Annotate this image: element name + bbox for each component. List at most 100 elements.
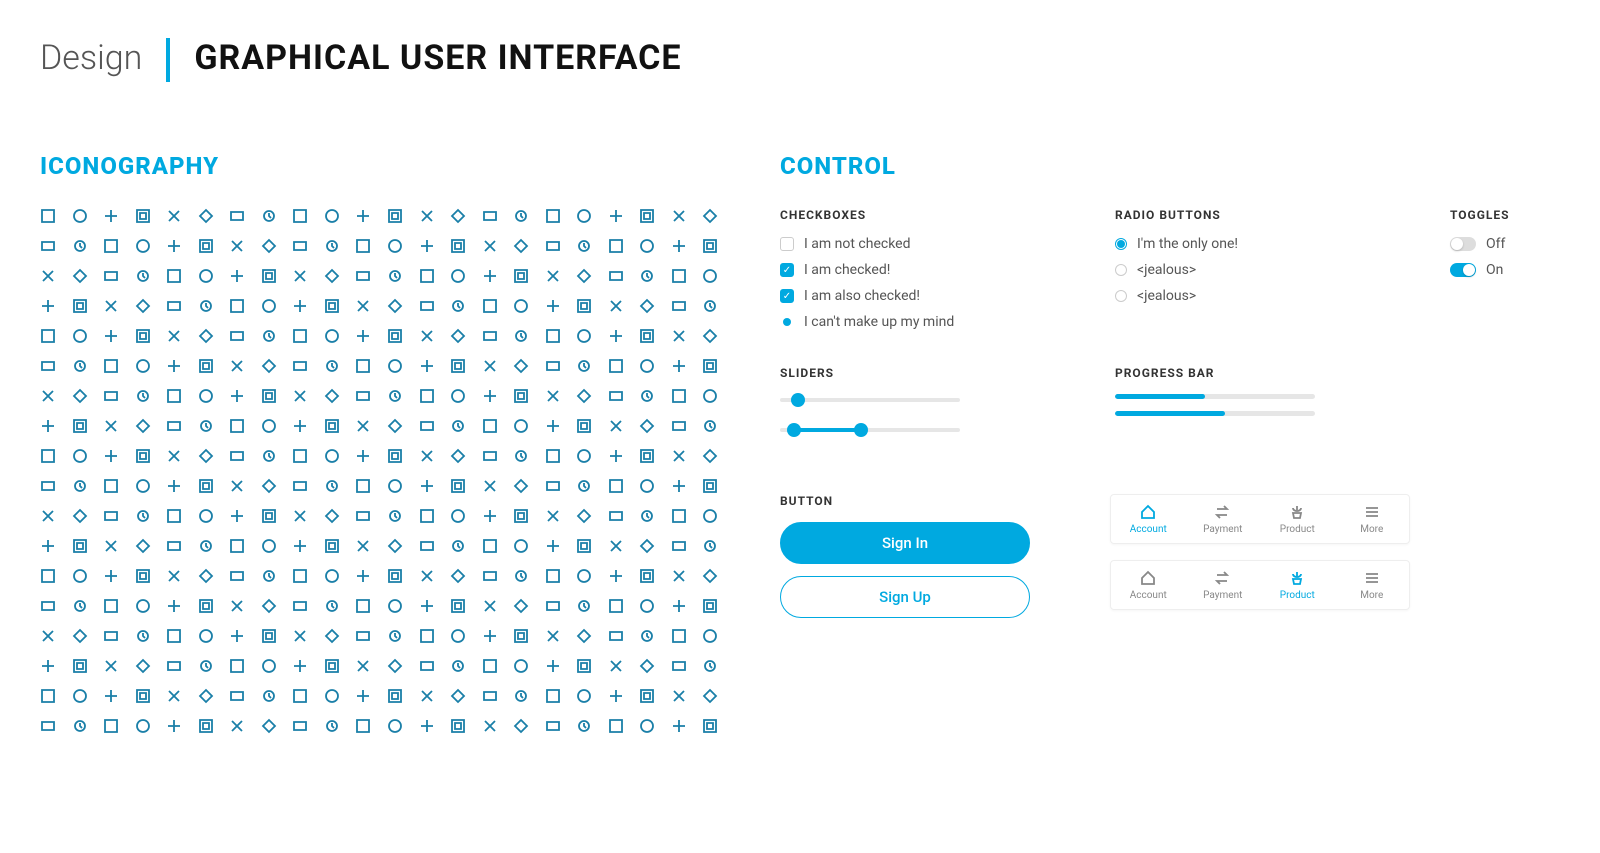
library-icon[interactable] [103, 658, 119, 674]
library-icon[interactable] [608, 448, 624, 464]
library-icon[interactable] [261, 508, 277, 524]
library-icon[interactable] [355, 688, 371, 704]
library-icon[interactable] [261, 268, 277, 284]
tab-product[interactable]: Product [1260, 561, 1335, 609]
library-icon[interactable] [545, 208, 561, 224]
library-icon[interactable] [545, 658, 561, 674]
radio-item[interactable]: <jealous> [1115, 262, 1410, 278]
library-icon[interactable] [608, 238, 624, 254]
library-icon[interactable] [229, 538, 245, 554]
library-icon[interactable] [576, 718, 592, 734]
checkbox-item[interactable]: ✓I am also checked! [780, 288, 1075, 304]
library-icon[interactable] [608, 628, 624, 644]
library-icon[interactable] [103, 208, 119, 224]
library-icon[interactable] [482, 718, 498, 734]
library-icon[interactable] [40, 358, 56, 374]
library-icon[interactable] [671, 298, 687, 314]
library-icon[interactable] [166, 478, 182, 494]
slider[interactable] [780, 428, 960, 432]
library-icon[interactable] [261, 628, 277, 644]
library-icon[interactable] [261, 478, 277, 494]
library-icon[interactable] [166, 268, 182, 284]
library-icon[interactable] [261, 328, 277, 344]
library-icon[interactable] [72, 688, 88, 704]
slider-thumb-high[interactable] [854, 423, 868, 437]
library-icon[interactable] [639, 598, 655, 614]
library-icon[interactable] [576, 568, 592, 584]
library-icon[interactable] [135, 658, 151, 674]
library-icon[interactable] [72, 418, 88, 434]
library-icon[interactable] [324, 628, 340, 644]
library-icon[interactable] [198, 628, 214, 644]
library-icon[interactable] [639, 538, 655, 554]
library-icon[interactable] [198, 268, 214, 284]
library-icon[interactable] [419, 358, 435, 374]
library-icon[interactable] [292, 508, 308, 524]
library-icon[interactable] [355, 238, 371, 254]
library-icon[interactable] [355, 508, 371, 524]
checkbox-icon[interactable] [780, 315, 794, 329]
library-icon[interactable] [135, 448, 151, 464]
library-icon[interactable] [545, 598, 561, 614]
library-icon[interactable] [261, 538, 277, 554]
library-icon[interactable] [450, 418, 466, 434]
library-icon[interactable] [103, 568, 119, 584]
library-icon[interactable] [198, 238, 214, 254]
library-icon[interactable] [450, 718, 466, 734]
library-icon[interactable] [355, 658, 371, 674]
library-icon[interactable] [513, 268, 529, 284]
library-icon[interactable] [103, 328, 119, 344]
library-icon[interactable] [608, 328, 624, 344]
library-icon[interactable] [261, 718, 277, 734]
library-icon[interactable] [387, 358, 403, 374]
library-icon[interactable] [292, 598, 308, 614]
library-icon[interactable] [198, 358, 214, 374]
library-icon[interactable] [166, 208, 182, 224]
library-icon[interactable] [671, 418, 687, 434]
library-icon[interactable] [292, 388, 308, 404]
radio-icon[interactable] [1115, 264, 1127, 276]
library-icon[interactable] [513, 628, 529, 644]
library-icon[interactable] [387, 628, 403, 644]
library-icon[interactable] [387, 658, 403, 674]
library-icon[interactable] [419, 568, 435, 584]
library-icon[interactable] [608, 598, 624, 614]
library-icon[interactable] [702, 628, 718, 644]
library-icon[interactable] [40, 598, 56, 614]
library-icon[interactable] [671, 628, 687, 644]
library-icon[interactable] [576, 208, 592, 224]
library-icon[interactable] [545, 418, 561, 434]
library-icon[interactable] [450, 568, 466, 584]
tab-product[interactable]: Product [1260, 495, 1335, 543]
library-icon[interactable] [72, 508, 88, 524]
library-icon[interactable] [324, 298, 340, 314]
library-icon[interactable] [72, 718, 88, 734]
library-icon[interactable] [482, 508, 498, 524]
library-icon[interactable] [166, 328, 182, 344]
library-icon[interactable] [324, 508, 340, 524]
library-icon[interactable] [387, 298, 403, 314]
library-icon[interactable] [292, 328, 308, 344]
toggle-item[interactable]: On [1450, 262, 1560, 278]
library-icon[interactable] [355, 538, 371, 554]
library-icon[interactable] [702, 358, 718, 374]
library-icon[interactable] [639, 568, 655, 584]
library-icon[interactable] [103, 508, 119, 524]
library-icon[interactable] [324, 418, 340, 434]
library-icon[interactable] [639, 388, 655, 404]
library-icon[interactable] [419, 718, 435, 734]
library-icon[interactable] [103, 298, 119, 314]
library-icon[interactable] [671, 328, 687, 344]
library-icon[interactable] [166, 418, 182, 434]
library-icon[interactable] [450, 628, 466, 644]
library-icon[interactable] [482, 688, 498, 704]
library-icon[interactable] [513, 568, 529, 584]
checkbox-item[interactable]: I can't make up my mind [780, 314, 1075, 330]
library-icon[interactable] [261, 658, 277, 674]
library-icon[interactable] [639, 328, 655, 344]
library-icon[interactable] [482, 268, 498, 284]
library-icon[interactable] [198, 568, 214, 584]
library-icon[interactable] [608, 718, 624, 734]
library-icon[interactable] [545, 508, 561, 524]
library-icon[interactable] [229, 358, 245, 374]
